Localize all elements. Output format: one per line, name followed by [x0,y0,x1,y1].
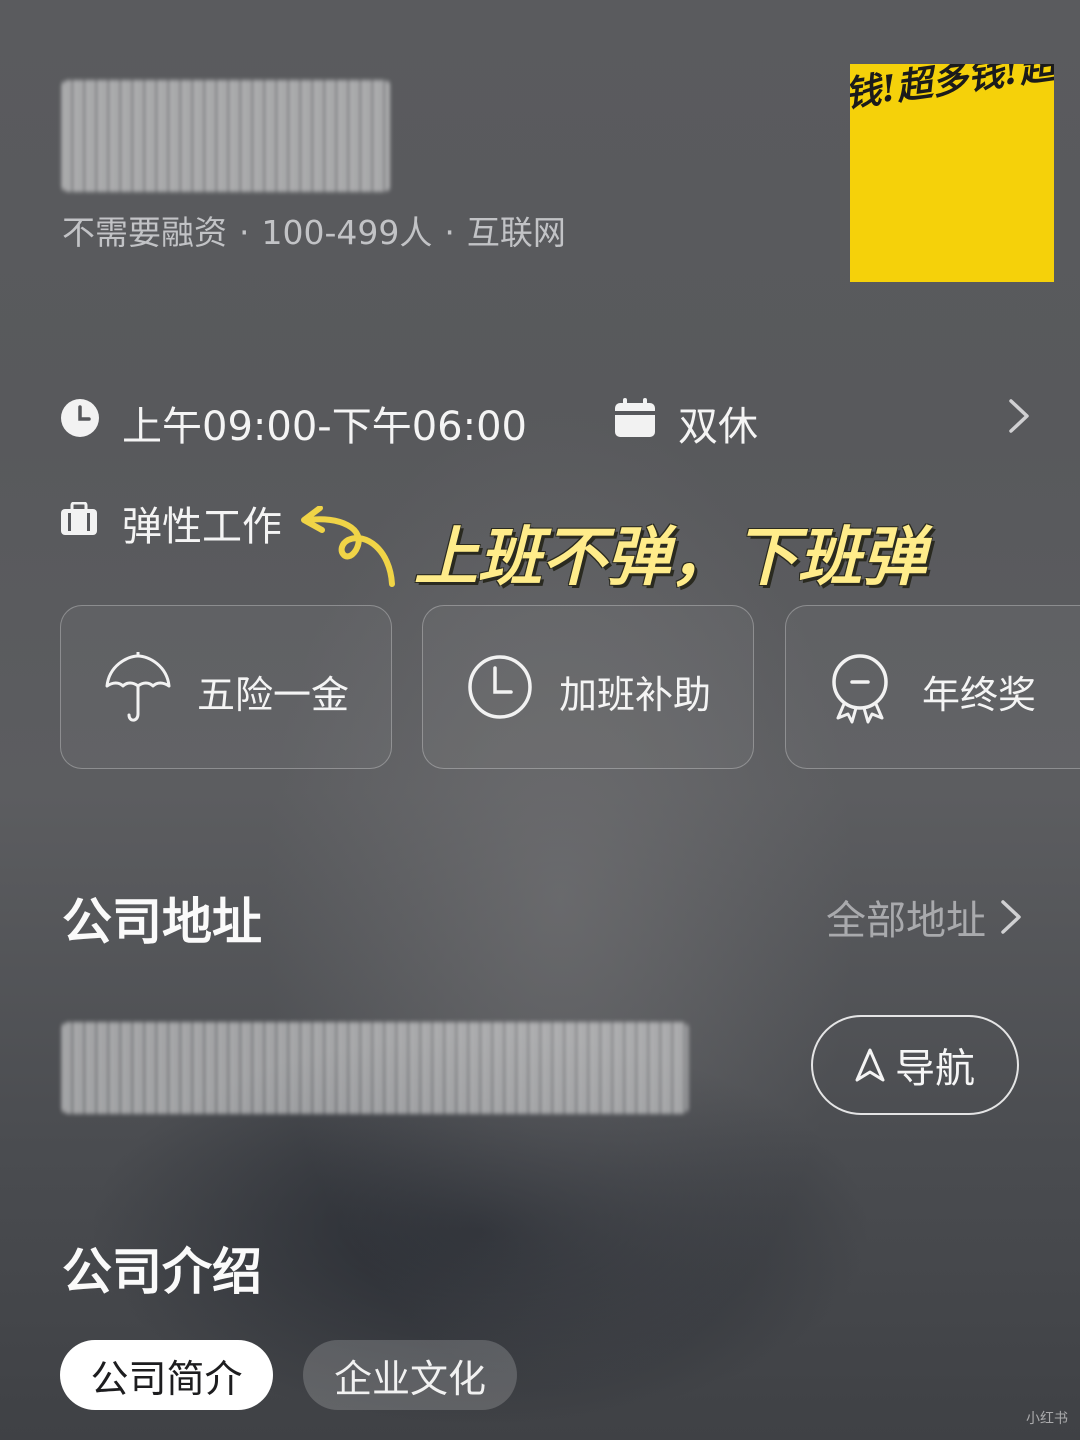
clock-icon [61,399,99,437]
work-hours: 上午09:00-下午06:00 [122,404,527,450]
benefit-card-overtime[interactable]: 加班补助 [422,605,754,769]
tab-label: 公司简介 [90,1356,243,1401]
company-size: 100-499人 [261,213,433,252]
handwritten-annotation: 上班不弹，下班弹 [414,521,926,595]
rest-days: 双休 [678,404,758,450]
tab-company-profile[interactable]: 公司简介 [60,1340,273,1410]
navigate-button[interactable]: 导航 [811,1015,1019,1115]
umbrella-icon [105,652,171,722]
intro-section-title: 公司介绍 [62,1243,262,1301]
benefit-label: 加班补助 [559,673,712,717]
meta-separator: · [444,213,455,252]
work-type: 弹性工作 [122,504,282,550]
all-addresses-label: 全部地址 [826,898,986,944]
watermark: 小红书 [1026,1411,1068,1427]
logo-text: 钱!超多钱!超 多钱!超多钱! !超多钱!超多 多钱!超多钱!超 超多钱 [850,64,1054,120]
chevron-right-icon [1001,900,1021,934]
all-addresses-link[interactable]: 全部地址 [826,888,1022,946]
company-industry: 互联网 [466,213,566,252]
briefcase-icon [61,502,97,535]
benefit-label: 年终奖 [922,673,1037,717]
annotation-arrow-icon [301,506,395,587]
clock-icon [468,655,532,719]
company-funding: 不需要融资 [62,213,227,252]
navigate-label: 导航 [895,1046,975,1092]
meta-separator: · [239,213,250,252]
medal-icon [832,654,888,724]
work-schedule-row[interactable]: 上午09:00-下午06:00 双休 [60,392,1030,450]
tab-company-culture[interactable]: 企业文化 [303,1340,517,1410]
address-redacted [62,1022,688,1114]
tab-label: 企业文化 [333,1356,486,1401]
navigation-arrow-icon [855,1048,885,1082]
benefit-card-bonus[interactable]: 年终奖 [785,605,1080,769]
chevron-right-icon [1009,399,1029,433]
address-section-title: 公司地址 [62,893,262,951]
company-meta: 不需要融资 · 100-499人 · 互联网 [62,206,566,254]
company-logo: 钱!超多钱!超 多钱!超多钱! !超多钱!超多 多钱!超多钱!超 超多钱 [850,64,1054,282]
benefit-card-insurance[interactable]: 五险一金 [60,605,392,769]
company-name-redacted [62,80,390,192]
calendar-icon [615,398,655,437]
benefit-label: 五险一金 [197,673,350,717]
